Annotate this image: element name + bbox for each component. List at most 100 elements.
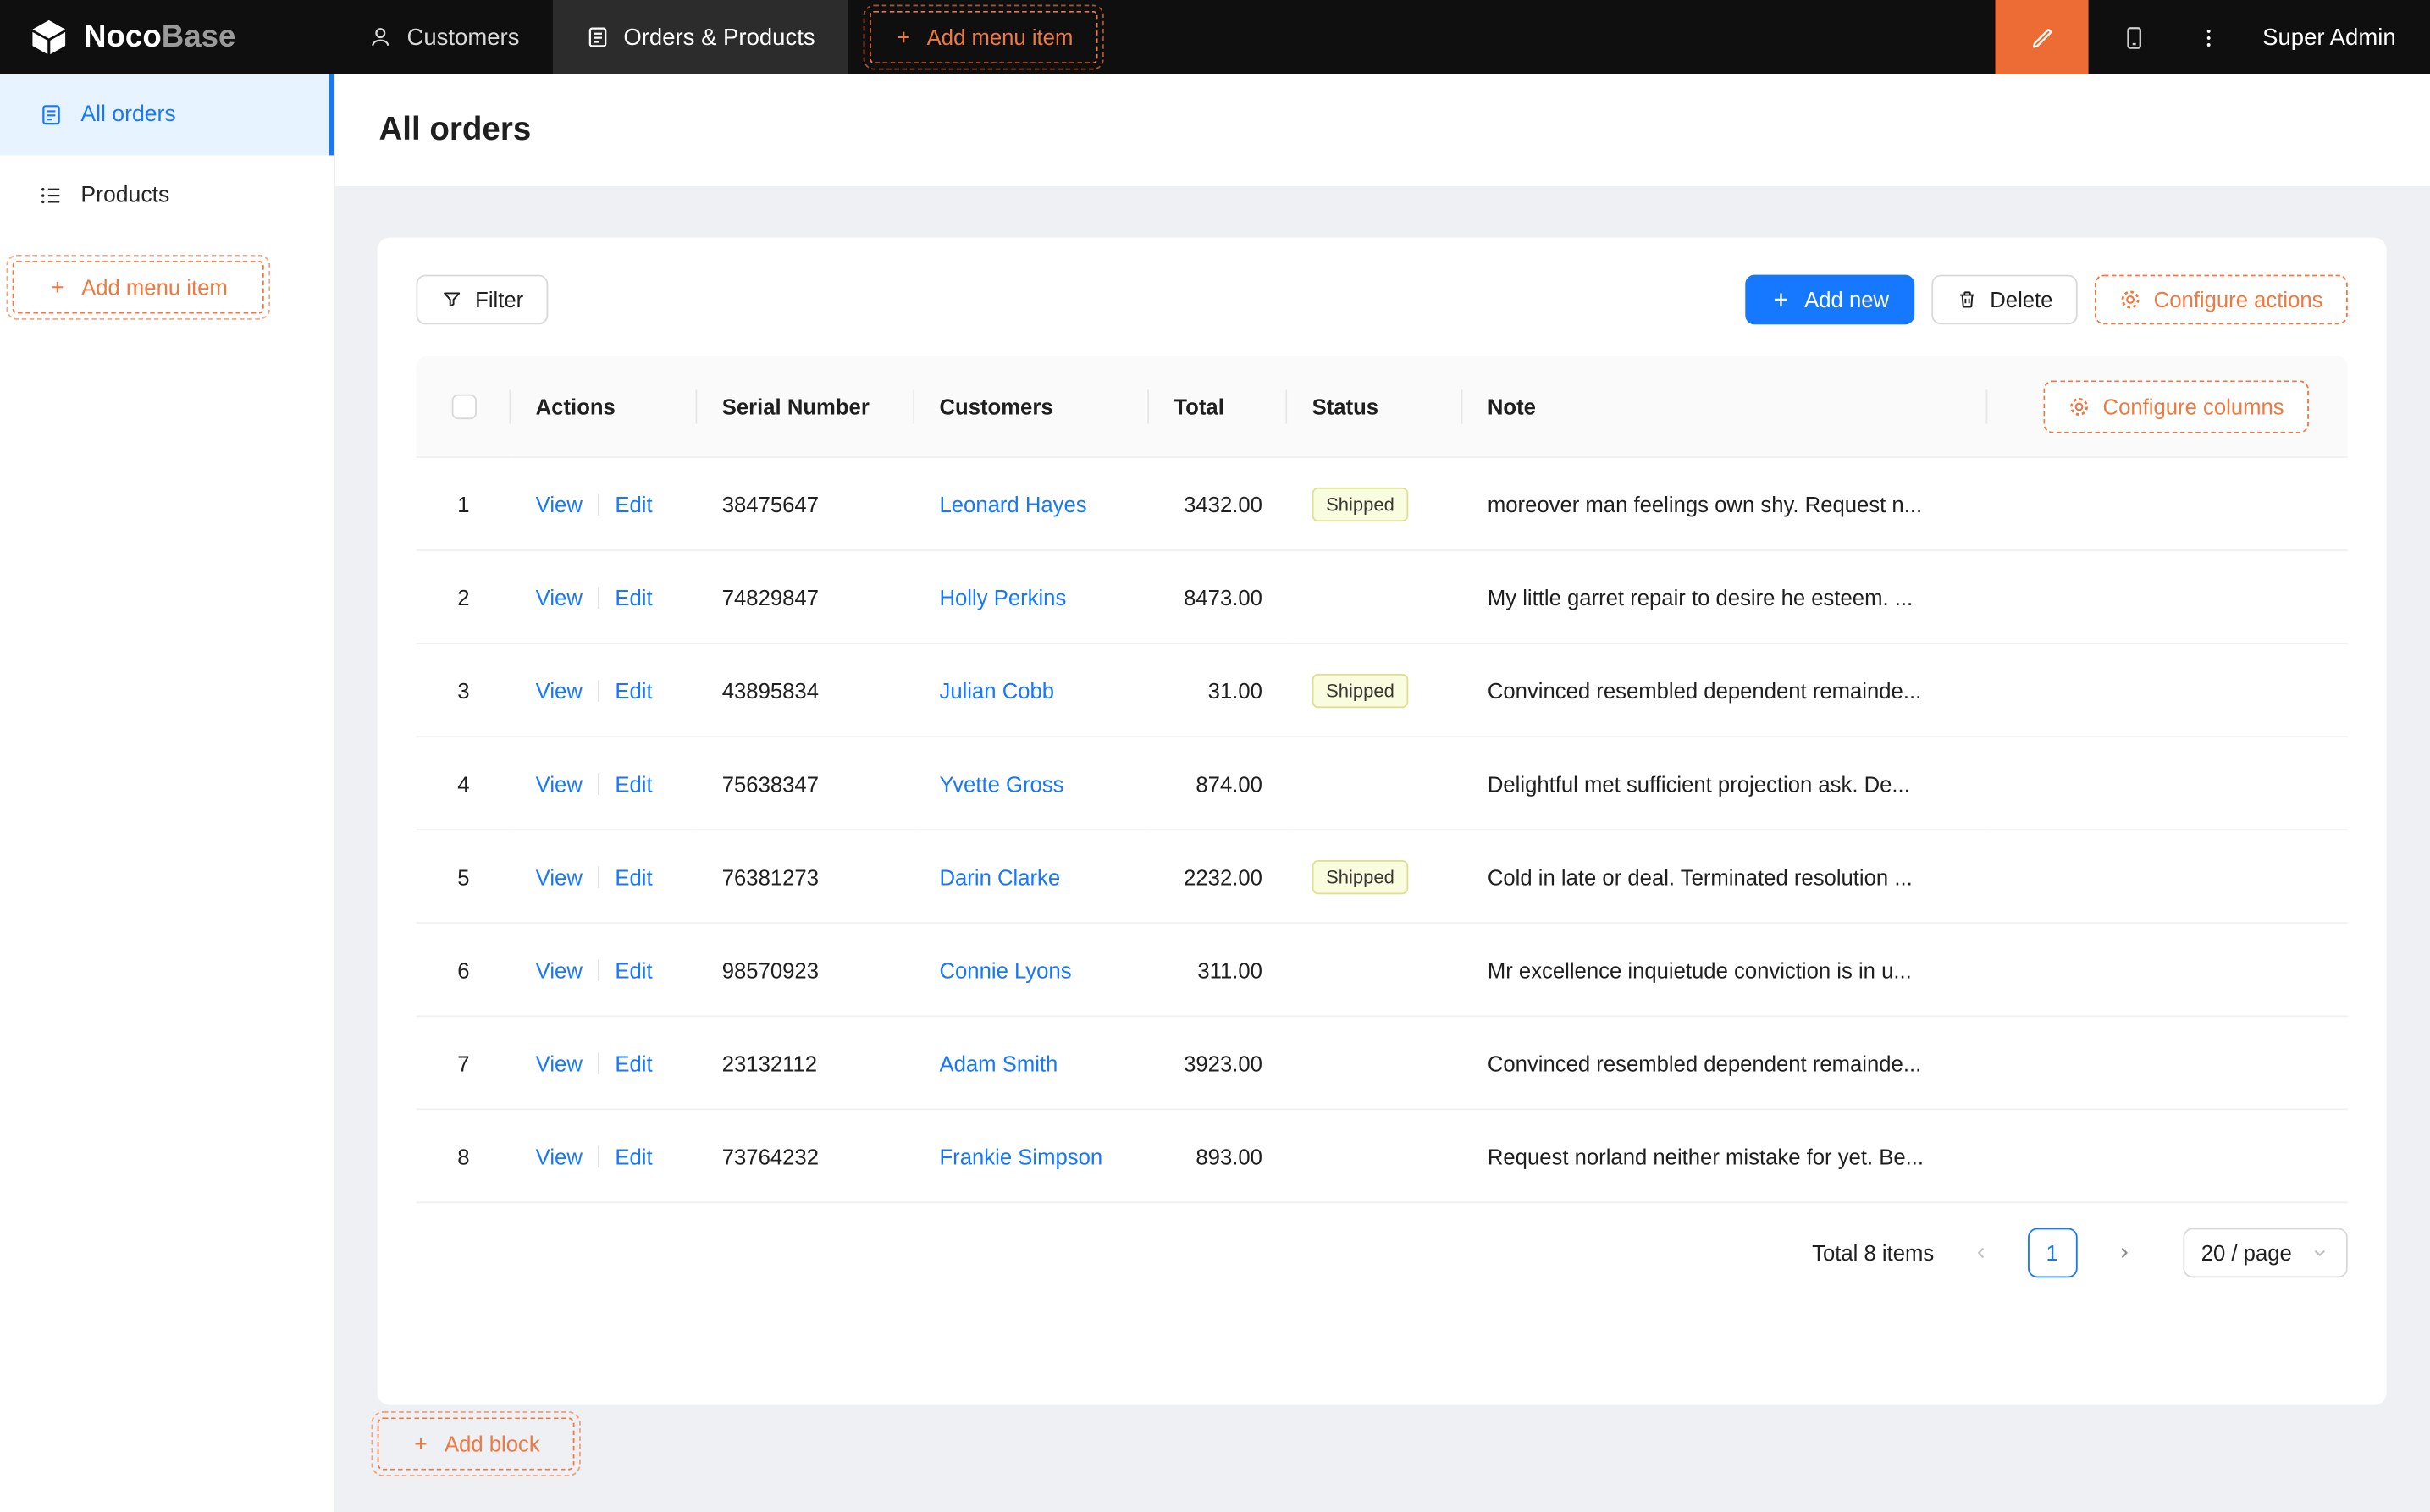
- plus-icon: [411, 1434, 430, 1453]
- add-new-button[interactable]: Add new: [1745, 275, 1914, 325]
- serial-number-value: 98570923: [722, 957, 819, 982]
- edit-link[interactable]: Edit: [615, 1144, 652, 1168]
- note-value: Request norland neither mistake for yet.…: [1488, 1144, 1963, 1168]
- nocobase-logo-icon: [28, 19, 70, 56]
- edit-link[interactable]: Edit: [615, 677, 652, 702]
- filter-button[interactable]: Filter: [416, 275, 548, 325]
- mobile-preview-button[interactable]: [2089, 0, 2179, 74]
- column-header-customers: Customers: [914, 356, 1149, 458]
- user-menu[interactable]: Super Admin: [2238, 0, 2430, 74]
- configure-actions-label: Configure actions: [2154, 287, 2323, 312]
- table-toolbar: Filter Add new Delete: [416, 275, 2347, 325]
- table-row: 1 ViewEdit 38475647 Leonard Hayes 3432.0…: [416, 458, 2347, 551]
- view-link[interactable]: View: [536, 677, 583, 702]
- view-link[interactable]: View: [536, 957, 583, 982]
- row-index: 2: [457, 584, 469, 609]
- more-actions-button[interactable]: [2179, 0, 2238, 74]
- customer-link[interactable]: Holly Perkins: [939, 584, 1066, 609]
- sidebar-item-label: All orders: [80, 102, 175, 127]
- row-index: 6: [457, 957, 469, 982]
- gear-icon: [2068, 395, 2090, 417]
- pagination: Total 8 items 1 20 / page: [416, 1228, 2347, 1278]
- customer-link[interactable]: Darin Clarke: [939, 864, 1060, 889]
- ui-editor-button[interactable]: [1996, 0, 2089, 74]
- sidebar-item-all-orders[interactable]: All orders: [0, 74, 334, 155]
- configure-columns-button[interactable]: Configure columns: [2044, 379, 2309, 432]
- add-block-button[interactable]: Add block: [378, 1417, 575, 1470]
- action-divider: [598, 772, 599, 794]
- status-badge: Shipped: [1312, 673, 1409, 707]
- table-row: 3 ViewEdit 43895834 Julian Cobb 31.00 Sh…: [416, 644, 2347, 737]
- add-menu-item-button-sidebar[interactable]: Add menu item: [13, 261, 264, 313]
- serial-number-value: 23132112: [722, 1051, 817, 1075]
- menu-item-customers[interactable]: Customers: [335, 0, 552, 74]
- select-all-checkbox[interactable]: [451, 395, 476, 419]
- page-size-value: 20 / page: [2201, 1240, 2292, 1265]
- total-value: 3432.00: [1184, 491, 1262, 516]
- customer-link[interactable]: Adam Smith: [939, 1051, 1058, 1075]
- top-menu: Customers Orders & Products Add menu ite…: [335, 0, 1098, 74]
- total-value: 893.00: [1196, 1144, 1262, 1168]
- table-row: 7 ViewEdit 23132112 Adam Smith 3923.00 C…: [416, 1017, 2347, 1110]
- sidebar: All orders Products Add menu item: [0, 74, 335, 1512]
- view-link[interactable]: View: [536, 1144, 583, 1168]
- edit-link[interactable]: Edit: [615, 584, 652, 609]
- content-area: Filter Add new Delete: [335, 186, 2430, 1471]
- tablet-icon: [2120, 24, 2146, 50]
- prev-page-button[interactable]: [1956, 1228, 2006, 1278]
- customer-link[interactable]: Connie Lyons: [939, 957, 1071, 982]
- customer-link[interactable]: Leonard Hayes: [939, 491, 1086, 516]
- add-menu-item-button-top[interactable]: Add menu item: [870, 11, 1098, 63]
- column-header-total: Total: [1149, 356, 1287, 458]
- action-divider: [598, 1145, 599, 1167]
- filter-label: Filter: [475, 287, 523, 312]
- orders-table: Actions Serial Number Customers Total St…: [416, 356, 2347, 1203]
- view-link[interactable]: View: [536, 771, 583, 796]
- edit-link[interactable]: Edit: [615, 491, 652, 516]
- toolbar-actions: Add new Delete Configure actions: [1745, 275, 2347, 325]
- edit-link[interactable]: Edit: [615, 864, 652, 889]
- column-header-serial-number: Serial Number: [697, 356, 914, 458]
- edit-link[interactable]: Edit: [615, 771, 652, 796]
- plus-icon: [894, 28, 913, 47]
- users-icon: [368, 25, 393, 49]
- action-divider: [598, 1051, 599, 1073]
- add-menu-item-label: Add menu item: [927, 25, 1074, 49]
- user-name-label: Super Admin: [2262, 24, 2396, 50]
- total-value: 874.00: [1196, 771, 1262, 796]
- status-badge: Shipped: [1312, 487, 1409, 521]
- view-link[interactable]: View: [536, 864, 583, 889]
- table-row: 4 ViewEdit 75638347 Yvette Gross 874.00 …: [416, 737, 2347, 830]
- view-link[interactable]: View: [536, 584, 583, 609]
- menu-item-orders-products[interactable]: Orders & Products: [552, 0, 848, 74]
- menu-item-label: Customers: [406, 24, 519, 50]
- customer-link[interactable]: Frankie Simpson: [939, 1144, 1102, 1168]
- action-divider: [598, 679, 599, 701]
- customer-link[interactable]: Julian Cobb: [939, 677, 1054, 702]
- delete-button[interactable]: Delete: [1931, 275, 2078, 325]
- trash-icon: [1956, 289, 1978, 311]
- view-link[interactable]: View: [536, 491, 583, 516]
- total-value: 311.00: [1197, 957, 1262, 982]
- sidebar-item-label: Products: [80, 183, 169, 207]
- chevron-left-icon: [1971, 1244, 1990, 1262]
- app-root: NocoBase Customers Orders & Products Add…: [0, 0, 2430, 1512]
- page-size-select[interactable]: 20 / page: [2183, 1228, 2348, 1278]
- filter-icon: [441, 289, 463, 311]
- table-header-row: Actions Serial Number Customers Total St…: [416, 356, 2347, 458]
- action-divider: [598, 493, 599, 515]
- row-index: 3: [457, 677, 469, 702]
- next-page-button[interactable]: [2099, 1228, 2149, 1278]
- view-link[interactable]: View: [536, 1051, 583, 1075]
- page-header: All orders: [335, 74, 2430, 186]
- customer-link[interactable]: Yvette Gross: [939, 771, 1063, 796]
- configure-actions-button[interactable]: Configure actions: [2095, 275, 2348, 325]
- note-value: Cold in late or deal. Terminated resolut…: [1488, 864, 1963, 889]
- edit-link[interactable]: Edit: [615, 957, 652, 982]
- edit-link[interactable]: Edit: [615, 1051, 652, 1075]
- list-icon: [39, 183, 64, 207]
- chevron-down-icon: [2311, 1244, 2329, 1262]
- table-block: Filter Add new Delete: [378, 238, 2387, 1405]
- sidebar-item-products[interactable]: Products: [0, 155, 334, 235]
- page-1-button[interactable]: 1: [2027, 1228, 2077, 1278]
